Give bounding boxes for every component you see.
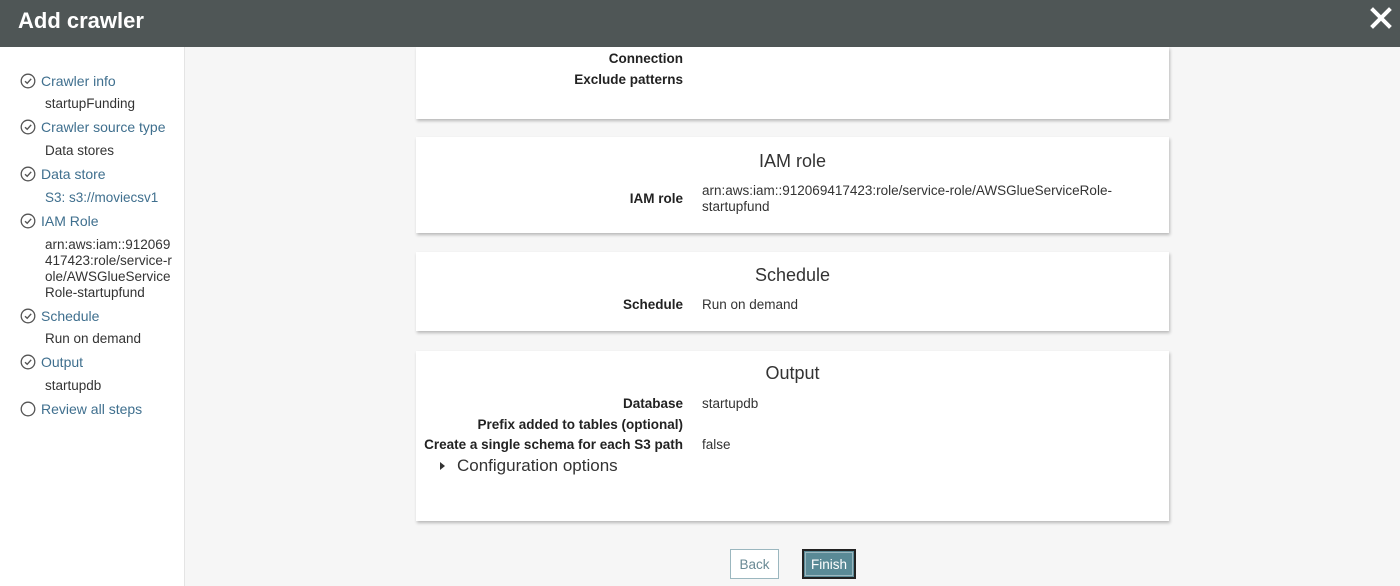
- step-crawler-info[interactable]: Crawler info: [20, 73, 116, 89]
- step-label: IAM Role: [41, 213, 99, 229]
- step-label: Schedule: [41, 308, 100, 324]
- finish-button[interactable]: Finish: [802, 549, 856, 579]
- step-crawler-source-type[interactable]: Crawler source type: [20, 119, 166, 135]
- row-value: startupdb: [702, 396, 759, 411]
- card-title: Schedule: [754, 265, 831, 285]
- step-detail: Data stores: [45, 143, 115, 158]
- row-key: Create a single schema for each S3 path: [424, 437, 683, 452]
- configuration-options-label: Configuration options: [457, 456, 618, 475]
- schedule-card: Schedule Schedule Run on demand: [416, 252, 1169, 331]
- steps-sidebar: Crawler info startupFunding Crawler sour…: [0, 47, 185, 586]
- row-key: Exclude patterns: [574, 72, 683, 87]
- step-label: Crawler info: [41, 73, 116, 89]
- step-label: Crawler source type: [41, 119, 166, 135]
- row-value: Run on demand: [702, 297, 799, 312]
- step-review-all[interactable]: Review all steps: [20, 401, 142, 417]
- row-key: Connection: [608, 51, 683, 66]
- dialog-header: Add crawler: [0, 0, 1400, 47]
- step-iam-role[interactable]: IAM Role: [20, 213, 99, 229]
- data-store-card: Connection Exclude patterns: [416, 47, 1169, 119]
- step-label: Output: [41, 354, 84, 370]
- step-detail: Run on demand: [45, 331, 142, 346]
- step-detail: arn:aws:iam::912069417423:role/service-r…: [45, 237, 172, 300]
- check-circle-icon: [20, 166, 36, 182]
- configuration-options-toggle[interactable]: Configuration options: [440, 456, 618, 476]
- step-label: Data store: [41, 166, 106, 182]
- check-circle-icon: [20, 354, 36, 370]
- row-key: Schedule: [622, 297, 683, 312]
- row-key: Database: [622, 396, 683, 411]
- dialog-title: Add crawler: [18, 8, 144, 33]
- caret-right-icon: [440, 462, 445, 470]
- check-circle-icon: [20, 119, 36, 135]
- row-value: false: [702, 437, 731, 452]
- step-label: Review all steps: [41, 401, 143, 417]
- row-key: Prefix added to tables (optional): [477, 417, 683, 432]
- card-title: IAM role: [758, 151, 827, 171]
- check-circle-icon: [20, 213, 36, 229]
- step-data-store[interactable]: Data store: [20, 166, 106, 182]
- output-card: Output Database startupdb Prefix added t…: [416, 351, 1169, 521]
- review-panel: Connection Exclude patterns IAM role IAM…: [185, 47, 1400, 586]
- step-detail: startupFunding: [45, 96, 136, 111]
- check-circle-icon: [20, 308, 36, 324]
- close-icon[interactable]: [1368, 5, 1394, 31]
- card-title: Output: [765, 363, 820, 383]
- back-button[interactable]: Back: [730, 549, 779, 579]
- step-schedule[interactable]: Schedule: [20, 308, 99, 324]
- step-detail: S3: s3://moviecsv1: [45, 190, 159, 205]
- row-value: arn:aws:iam::912069417423:role/service-r…: [702, 183, 1112, 214]
- empty-circle-icon: [20, 401, 36, 417]
- iam-role-card: IAM role IAM role arn:aws:iam::912069417…: [416, 137, 1169, 233]
- step-detail: startupdb: [45, 378, 102, 393]
- row-key: IAM role: [629, 191, 683, 206]
- check-circle-icon: [20, 73, 36, 89]
- step-output[interactable]: Output: [20, 354, 83, 370]
